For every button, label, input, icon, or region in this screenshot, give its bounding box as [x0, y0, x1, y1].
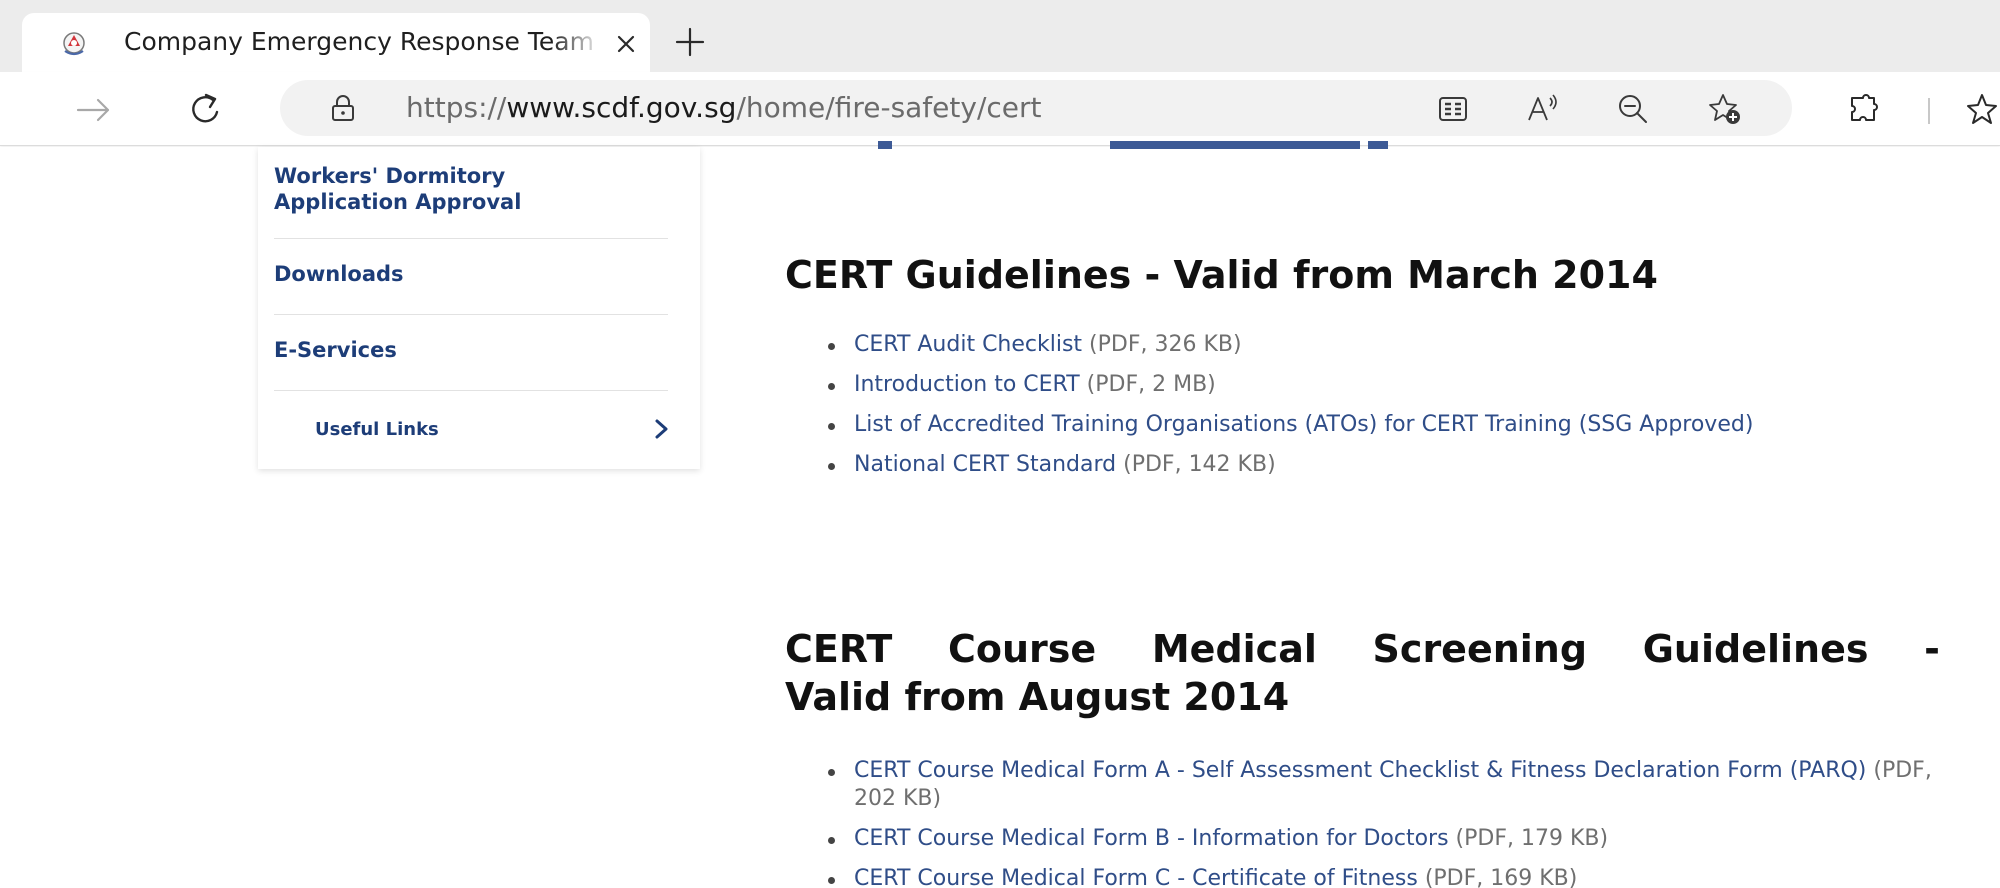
heading-word: -: [1924, 627, 1940, 671]
extensions-icon[interactable]: [1844, 90, 1884, 130]
cert-guidelines-list: CERT Audit Checklist (PDF, 326 KB) Intro…: [828, 331, 1938, 491]
sidebar-item-label: E-Services: [274, 338, 397, 362]
doc-meta: (PDF, 2 MB): [1079, 372, 1216, 397]
read-aloud-icon[interactable]: [1526, 92, 1560, 126]
sidebar-item-workers-dormitory[interactable]: Workers' Dormitory Application Approval: [274, 163, 668, 239]
clipped-text-line: [878, 141, 1388, 149]
medical-screening-list: CERT Course Medical Form A - Self Assess…: [828, 757, 1938, 888]
plus-icon[interactable]: [672, 24, 708, 60]
doc-meta: (PDF, 142 KB): [1116, 452, 1276, 477]
tab-title: Company Emergency Response Team: [124, 27, 594, 56]
doc-link[interactable]: List of Accredited Training Organisation…: [854, 412, 1753, 437]
sidebar-item-downloads[interactable]: Downloads: [274, 239, 668, 315]
section-heading-cert-guidelines: CERT Guidelines - Valid from March 2014: [785, 253, 1658, 297]
sidebar-nav: Workers' Dormitory Application Approval …: [258, 147, 700, 469]
doc-meta: (PDF, 169 KB): [1417, 866, 1578, 888]
heading-word: Course: [948, 627, 1097, 671]
address-bar[interactable]: https://www.scdf.gov.sg/home/fire-safety…: [280, 80, 1792, 136]
doc-meta: (PDF, 326 KB): [1082, 332, 1242, 357]
sidebar-item-e-services[interactable]: E-Services: [274, 315, 668, 391]
list-item: National CERT Standard (PDF, 142 KB): [828, 451, 1938, 479]
url-text: https://www.scdf.gov.sg/home/fire-safety…: [406, 91, 1042, 124]
sidebar-item-useful-links[interactable]: Useful Links: [315, 419, 439, 440]
lock-icon[interactable]: [328, 93, 358, 123]
add-favorite-icon[interactable]: [1708, 92, 1742, 126]
doc-link[interactable]: CERT Course Medical Form A - Self Assess…: [854, 758, 1866, 783]
page-content: Workers' Dormitory Application Approval …: [0, 141, 2000, 888]
doc-link[interactable]: National CERT Standard: [854, 452, 1116, 477]
doc-link[interactable]: CERT Audit Checklist: [854, 332, 1082, 357]
url-host: www.scdf.gov.sg: [506, 91, 737, 124]
sidebar-item-label: Downloads: [274, 262, 404, 286]
heading-word: Medical: [1151, 627, 1317, 671]
heading-word: CERT: [785, 627, 893, 671]
zoom-out-icon[interactable]: [1616, 92, 1650, 126]
arrow-right-icon[interactable]: [72, 88, 116, 132]
browser-tab[interactable]: Company Emergency Response Team: [22, 13, 650, 72]
list-item: CERT Course Medical Form A - Self Assess…: [828, 757, 1938, 813]
doc-meta: (PDF, 179 KB): [1448, 826, 1609, 851]
list-item: CERT Audit Checklist (PDF, 326 KB): [828, 331, 1938, 359]
close-icon[interactable]: [610, 28, 642, 60]
doc-link[interactable]: Introduction to CERT: [854, 372, 1080, 397]
list-item: CERT Course Medical Form C - Certificate…: [828, 865, 1938, 888]
sidebar-item-label: Workers' Dormitory Application Approval: [274, 164, 522, 214]
toolbar-separator: [1928, 98, 1930, 124]
heading-word: Guidelines: [1642, 627, 1869, 671]
list-item: CERT Course Medical Form B - Information…: [828, 825, 1938, 853]
immersive-reader-icon[interactable]: [1436, 92, 1470, 126]
tab-strip: Company Emergency Response Team: [0, 0, 2000, 72]
heading-line-1: CERT Course Medical Screening Guidelines…: [785, 625, 1940, 673]
list-item: List of Accredited Training Organisation…: [828, 411, 1938, 439]
heading-word: Screening: [1372, 627, 1588, 671]
url-scheme: https://: [406, 91, 507, 124]
chevron-right-icon[interactable]: [650, 415, 674, 443]
doc-link[interactable]: CERT Course Medical Form C - Certificate…: [854, 866, 1418, 888]
url-path: /home/fire-safety/cert: [736, 91, 1042, 124]
scdf-crest-icon: [63, 32, 85, 56]
list-item: Introduction to CERT (PDF, 2 MB): [828, 371, 1938, 399]
section-heading-medical-screening: CERT Course Medical Screening Guidelines…: [785, 625, 1940, 721]
heading-line-2: Valid from August 2014: [785, 675, 1290, 719]
doc-link[interactable]: CERT Course Medical Form B - Information…: [854, 826, 1449, 851]
refresh-icon[interactable]: [184, 88, 228, 132]
favorites-icon[interactable]: [1966, 90, 2000, 130]
tab-title-fade: [552, 23, 602, 63]
